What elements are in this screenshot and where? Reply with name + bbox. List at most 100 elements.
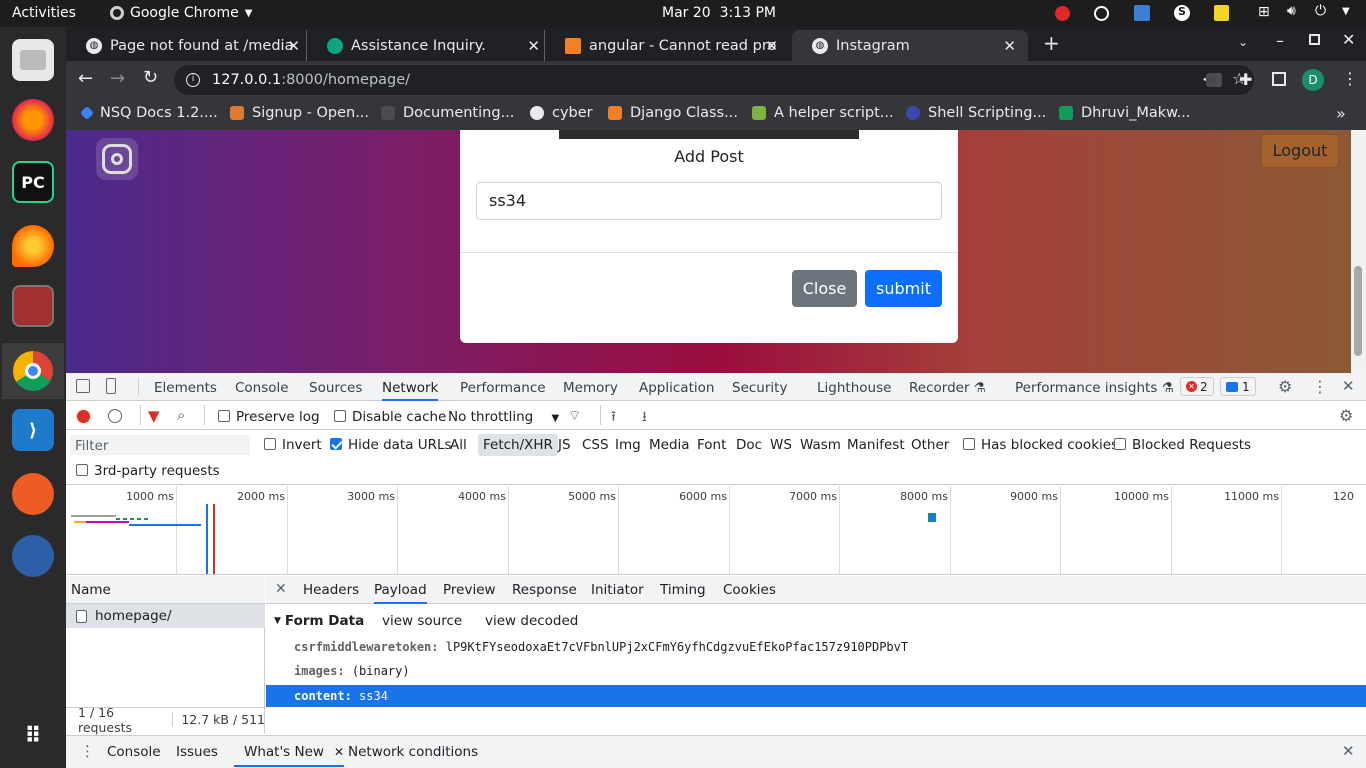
search-icon[interactable]: ⌕ [177, 406, 185, 424]
type-filter-js[interactable]: JS [558, 437, 571, 453]
power-icon[interactable]: ⏻ [1315, 3, 1326, 19]
settings-gear-icon[interactable]: ⚙ [1278, 377, 1292, 396]
tab-recorder[interactable]: Recorder ⚗ [909, 380, 986, 396]
close-tab-icon[interactable]: ✕ [334, 745, 344, 759]
type-filter-wasm[interactable]: Wasm [800, 437, 841, 453]
update-icon[interactable] [1094, 6, 1109, 21]
view-source-link[interactable]: view source [382, 613, 462, 629]
tab-memory[interactable]: Memory [563, 380, 618, 396]
submit-button[interactable]: submit [865, 270, 942, 307]
post-content-input[interactable]: ss34 [476, 182, 942, 220]
blocked-requests-checkbox[interactable]: Blocked Requests [1114, 437, 1251, 453]
instagram-logo-icon[interactable] [96, 138, 138, 180]
tab-network[interactable]: Network [382, 380, 439, 401]
drawer-tab-issues[interactable]: Issues [176, 744, 218, 760]
profile-avatar[interactable]: D [1302, 69, 1324, 91]
system-menu-chevron-icon[interactable]: ▼ [1342, 6, 1350, 17]
logout-button[interactable]: Logout [1261, 134, 1339, 168]
filter-funnel-icon[interactable]: ▼ [148, 407, 160, 425]
tab-assistance-inquiry[interactable]: Assistance Inquiry. ✕ [306, 30, 552, 61]
tab-performance-insights[interactable]: Performance insights ⚗ [1015, 380, 1174, 396]
request-row-homepage[interactable]: homepage/ [66, 604, 265, 628]
notes-icon[interactable] [1214, 5, 1229, 21]
tab-stackoverflow[interactable]: angular - Cannot read pro ✕ [544, 30, 790, 61]
type-filter-font[interactable]: Font [697, 437, 726, 453]
inspect-element-icon[interactable] [76, 379, 90, 393]
record-indicator-icon[interactable] [1055, 6, 1070, 21]
chrome-menu-icon[interactable]: ⋮ [1342, 69, 1358, 88]
tab-application[interactable]: Application [639, 380, 714, 396]
details-tab-headers[interactable]: Headers [303, 582, 359, 598]
sublime-icon[interactable] [12, 225, 54, 267]
vscode-icon[interactable]: ⟩ [12, 409, 54, 451]
details-tab-response[interactable]: Response [512, 582, 577, 598]
export-har-icon[interactable]: ⭳ [642, 406, 647, 430]
bookmark-helper-script[interactable]: A helper script... [752, 105, 894, 121]
app-menu[interactable]: Google Chrome ▼ [110, 5, 252, 21]
close-tab-icon[interactable]: ✕ [1003, 37, 1016, 55]
name-column-header[interactable]: Name [66, 576, 265, 604]
tab-performance[interactable]: Performance [460, 380, 546, 396]
details-tab-timing[interactable]: Timing [660, 582, 706, 598]
bookmark-dhruvi[interactable]: Dhruvi_Makw... [1059, 105, 1191, 121]
show-applications-icon[interactable]: ⠿ [12, 715, 54, 757]
files-icon[interactable] [12, 39, 54, 81]
close-tab-icon[interactable]: ✕ [765, 37, 778, 55]
close-devtools-icon[interactable]: ✕ [1342, 377, 1355, 395]
network-icon[interactable]: ⊞ [1258, 4, 1270, 20]
firefox-icon[interactable] [12, 99, 54, 141]
network-overview-timeline[interactable]: 1000 ms 2000 ms 3000 ms 4000 ms 5000 ms … [66, 486, 1366, 575]
bookmark-signup[interactable]: Signup - Open... [230, 105, 369, 121]
error-counter[interactable]: ✕ 2 [1180, 377, 1214, 396]
details-tab-cookies[interactable]: Cookies [723, 582, 776, 598]
type-filter-fetch-xhr[interactable]: Fetch/XHR [478, 434, 558, 456]
view-decoded-link[interactable]: view decoded [485, 613, 578, 629]
drawer-menu-icon[interactable]: ⋮ [80, 742, 95, 760]
message-counter[interactable]: 1 [1220, 377, 1256, 396]
volume-icon[interactable]: 🔊︎ [1287, 3, 1296, 19]
tab-page-not-found[interactable]: ◍ Page not found at /media ✕ [66, 30, 312, 61]
chrome-dock-item[interactable] [2, 343, 64, 399]
time-tracker-icon[interactable] [12, 535, 54, 577]
tab-sources[interactable]: Sources [309, 380, 362, 396]
type-filter-manifest[interactable]: Manifest [847, 437, 905, 453]
type-filter-all[interactable]: All [450, 437, 467, 453]
throttling-select[interactable]: No throttling ▼ [448, 409, 559, 425]
bookmarks-overflow-icon[interactable]: » [1336, 104, 1346, 123]
extensions-puzzle-icon[interactable]: ✚ [1239, 70, 1252, 89]
details-tab-initiator[interactable]: Initiator [591, 582, 644, 598]
bookmark-documenting[interactable]: Documenting... [381, 105, 514, 121]
info-icon[interactable]: i [186, 73, 200, 87]
terminal-icon[interactable] [12, 285, 54, 327]
close-drawer-icon[interactable]: ✕ [1342, 742, 1355, 760]
bookmark-shell-scripting[interactable]: Shell Scripting... [906, 105, 1046, 121]
disable-cache-checkbox[interactable]: Disable cache [334, 409, 446, 425]
forward-icon[interactable]: → [110, 68, 125, 89]
third-party-requests-checkbox[interactable]: 3rd-party requests [76, 463, 220, 479]
type-filter-ws[interactable]: WS [770, 437, 792, 453]
has-blocked-cookies-checkbox[interactable]: Has blocked cookies [963, 437, 1118, 453]
activities-button[interactable]: Activities [12, 5, 76, 21]
network-conditions-wifi-icon[interactable]: ⌔ [568, 407, 581, 425]
preserve-log-checkbox[interactable]: Preserve log [218, 409, 320, 425]
new-tab-button[interactable]: + [1043, 31, 1060, 55]
clear-icon[interactable] [108, 409, 122, 423]
tab-lighthouse[interactable]: Lighthouse [817, 380, 891, 396]
clock[interactable]: Mar 20 3:13 PM [662, 5, 776, 21]
device-toolbar-icon[interactable] [106, 378, 116, 394]
extension-icon[interactable] [1206, 73, 1222, 87]
type-filter-other[interactable]: Other [911, 437, 949, 453]
network-settings-gear-icon[interactable]: ⚙ [1339, 406, 1353, 425]
close-button[interactable]: Close [792, 270, 857, 307]
bookmark-nsq-docs[interactable]: NSQ Docs 1.2.... [79, 105, 218, 121]
address-bar[interactable]: i 127.0.0.1:8000/homepage/ ⋖ ☆ [174, 65, 1254, 95]
invert-checkbox[interactable]: Invert [264, 437, 322, 453]
close-tab-icon[interactable]: ✕ [527, 37, 540, 55]
form-field-content-selected[interactable]: content: ss34 [266, 685, 1366, 707]
more-options-icon[interactable]: ⋮ [1312, 377, 1328, 396]
tab-console[interactable]: Console [235, 380, 289, 396]
page-scrollbar[interactable] [1351, 130, 1366, 373]
type-filter-media[interactable]: Media [649, 437, 690, 453]
tab-search-chevron-icon[interactable]: ⌄ [1238, 35, 1248, 49]
side-panel-icon[interactable] [1272, 72, 1286, 86]
